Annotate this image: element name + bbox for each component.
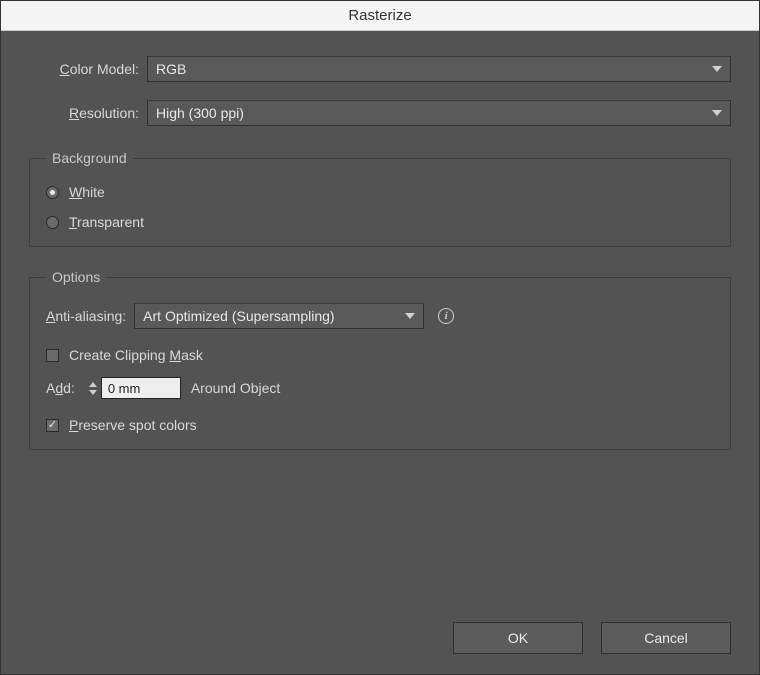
dialog-footer: OK Cancel: [29, 604, 731, 654]
resolution-dropdown[interactable]: High (300 ppi): [147, 100, 731, 126]
chevron-down-icon: [712, 66, 722, 72]
bg-white-row[interactable]: White: [46, 184, 714, 200]
cancel-button[interactable]: Cancel: [601, 622, 731, 654]
anti-aliasing-row: Anti-aliasing: Art Optimized (Supersampl…: [46, 303, 714, 329]
resolution-row: Resolution: High (300 ppi): [29, 100, 731, 126]
bg-white-label: White: [69, 184, 105, 200]
cancel-label: Cancel: [644, 630, 688, 646]
clipping-mask-row[interactable]: Create Clipping Mask: [46, 347, 714, 363]
options-group: Options Anti-aliasing: Art Optimized (Su…: [29, 269, 731, 450]
resolution-label: Resolution:: [29, 105, 147, 121]
background-legend: Background: [46, 150, 133, 166]
bg-transparent-row[interactable]: Transparent: [46, 214, 714, 230]
preserve-spot-label: Preserve spot colors: [69, 417, 197, 433]
preserve-spot-row[interactable]: ✓ Preserve spot colors: [46, 417, 714, 433]
chevron-down-icon: [405, 313, 415, 319]
color-model-label: Color Model:: [29, 61, 147, 77]
radio-icon: [46, 216, 59, 229]
anti-aliasing-label: Anti-aliasing:: [46, 308, 126, 324]
rasterize-dialog: Rasterize Color Model: RGB Resolution: H…: [0, 0, 760, 675]
clipping-mask-label: Create Clipping Mask: [69, 347, 203, 363]
add-value: 0 mm: [108, 381, 141, 396]
color-model-value: RGB: [156, 61, 712, 77]
info-icon[interactable]: i: [438, 308, 454, 324]
dialog-content: Color Model: RGB Resolution: High (300 p…: [1, 31, 759, 674]
add-row: Add: 0 mm Around Object: [46, 377, 714, 399]
bg-transparent-label: Transparent: [69, 214, 144, 230]
resolution-value: High (300 ppi): [156, 105, 712, 121]
add-input[interactable]: 0 mm: [101, 377, 181, 399]
color-model-row: Color Model: RGB: [29, 56, 731, 82]
color-model-dropdown[interactable]: RGB: [147, 56, 731, 82]
chevron-down-icon: [712, 110, 722, 116]
radio-dot-icon: [50, 190, 55, 195]
background-group: Background White Transparent: [29, 150, 731, 247]
add-stepper[interactable]: [89, 382, 97, 395]
ok-label: OK: [508, 630, 528, 646]
dialog-title: Rasterize: [348, 7, 411, 24]
anti-aliasing-value: Art Optimized (Supersampling): [143, 308, 405, 324]
dialog-titlebar: Rasterize: [1, 1, 759, 31]
anti-aliasing-dropdown[interactable]: Art Optimized (Supersampling): [134, 303, 424, 329]
add-suffix: Around Object: [191, 380, 281, 396]
add-label: Add:: [46, 380, 75, 396]
ok-button[interactable]: OK: [453, 622, 583, 654]
radio-icon: [46, 186, 59, 199]
checkbox-checked-icon: ✓: [46, 419, 59, 432]
stepper-down-icon[interactable]: [89, 390, 97, 395]
options-legend: Options: [46, 269, 106, 285]
checkbox-icon: [46, 349, 59, 362]
stepper-up-icon[interactable]: [89, 382, 97, 387]
